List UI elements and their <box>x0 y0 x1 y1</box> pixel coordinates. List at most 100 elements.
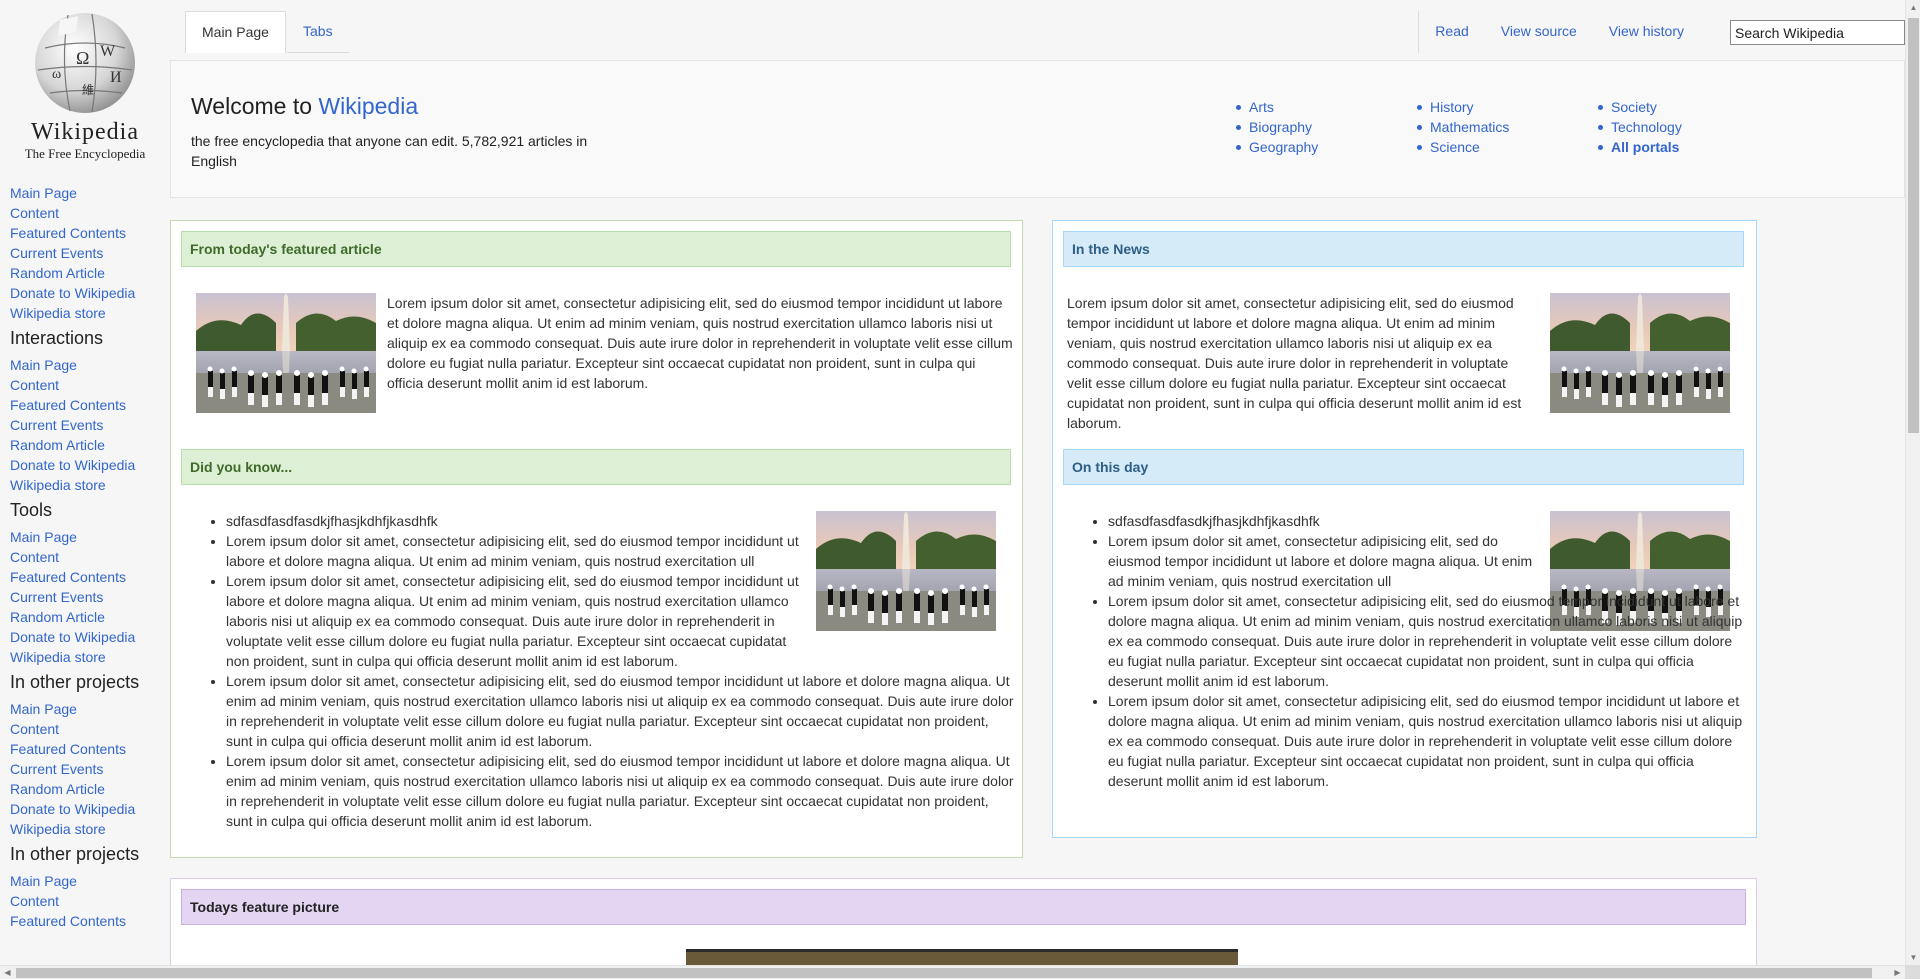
vertical-scrollbar[interactable]: ▲ ▼ <box>1905 0 1920 965</box>
portal-item: All portals <box>1595 137 1682 157</box>
tab-view-history[interactable]: View history <box>1593 11 1700 53</box>
scroll-left-icon[interactable]: ◀ <box>0 966 15 979</box>
sidebar-link-donate[interactable]: Donate to Wikipedia <box>10 283 170 303</box>
sidebar-link-store[interactable]: Wikipedia store <box>10 303 170 323</box>
svg-text:И: И <box>110 69 122 86</box>
list-item: Lorem ipsum dolor sit amet, consectetur … <box>1108 591 1748 691</box>
sidebar-link-main-page[interactable]: Main Page <box>10 183 170 203</box>
portal-link-mathematics[interactable]: Mathematics <box>1430 119 1509 135</box>
portal-list-2: History Mathematics Science <box>1414 97 1509 157</box>
sidebar-heading-other-projects: In other projects <box>10 672 140 692</box>
list-item: Lorem ipsum dolor sit amet, consectetur … <box>1108 691 1748 791</box>
sidebar-link-store[interactable]: Wikipedia store <box>10 647 170 667</box>
list-item: sdfasdfasdfasdkjfhasjkdhfjkasdhfk <box>226 511 806 531</box>
sidebar-link-donate[interactable]: Donate to Wikipedia <box>10 455 170 475</box>
sidebar-link-current-events[interactable]: Current Events <box>10 587 170 607</box>
portal-link-technology[interactable]: Technology <box>1611 119 1682 135</box>
sidebar-link-content[interactable]: Content <box>10 375 170 395</box>
in-the-news-text: Lorem ipsum dolor sit amet, consectetur … <box>1067 295 1522 431</box>
svg-text:ω: ω <box>52 67 61 82</box>
portal-link-science[interactable]: Science <box>1430 139 1480 155</box>
puzzle-globe-icon: Ω W И 維 ω <box>35 13 135 113</box>
portal-item: Technology <box>1595 117 1682 137</box>
list-item: Lorem ipsum dolor sit amet, consectetur … <box>1108 531 1543 591</box>
portal-link-biography[interactable]: Biography <box>1249 119 1312 135</box>
scroll-down-icon[interactable]: ▼ <box>1906 950 1920 965</box>
feature-picture-heading: Todays feature picture <box>181 889 1746 925</box>
list-item: Lorem ipsum dolor sit amet, consectetur … <box>226 671 1016 751</box>
feature-picture-panel: Todays feature picture <box>170 878 1757 965</box>
sidebar-link-store[interactable]: Wikipedia store <box>10 475 170 495</box>
portal-item: Geography <box>1233 137 1318 157</box>
portal-item: History <box>1414 97 1509 117</box>
sidebar-link-store[interactable]: Wikipedia store <box>10 819 170 839</box>
wikipedia-title-link[interactable]: Wikipedia <box>318 93 418 119</box>
sidebar-link-current-events[interactable]: Current Events <box>10 415 170 435</box>
portal-link-society[interactable]: Society <box>1611 99 1657 115</box>
list-item: sdfasdfasdfasdkjfhasjkdhfjkasdhfk <box>1108 511 1543 531</box>
tab-view-source[interactable]: View source <box>1485 11 1593 53</box>
search-input[interactable] <box>1730 20 1905 45</box>
sidebar-link-current-events[interactable]: Current Events <box>10 759 170 779</box>
sidebar-link-main-page[interactable]: Main Page <box>10 871 170 891</box>
view-actions: Read View source View history <box>1418 11 1700 53</box>
portal-link-arts[interactable]: Arts <box>1249 99 1274 115</box>
sidebar-link-featured-contents[interactable]: Featured Contents <box>10 739 170 759</box>
list-item: Lorem ipsum dolor sit amet, consectetur … <box>226 531 806 571</box>
tab-tabs[interactable]: Tabs <box>287 11 349 53</box>
svg-text:維: 維 <box>82 83 94 97</box>
list-item: Lorem ipsum dolor sit amet, consectetur … <box>226 571 806 671</box>
sidebar-link-featured-contents[interactable]: Featured Contents <box>10 395 170 415</box>
scroll-right-icon[interactable]: ▶ <box>1890 966 1905 979</box>
sidebar-link-random-article[interactable]: Random Article <box>10 435 170 455</box>
sidebar-link-featured-contents[interactable]: Featured Contents <box>10 567 170 587</box>
in-the-news-heading: In the News <box>1063 231 1744 267</box>
top-navigation: Main Page Tabs Read View source View his… <box>170 0 1905 60</box>
in-the-news-image[interactable] <box>1550 293 1730 413</box>
scroll-up-icon[interactable]: ▲ <box>1906 0 1920 15</box>
logo-wordmark: Wikipedia <box>31 119 139 145</box>
sidebar-link-main-page[interactable]: Main Page <box>10 355 170 375</box>
horizontal-scrollbar[interactable]: ◀ ▶ <box>0 965 1905 979</box>
sidebar-link-main-page[interactable]: Main Page <box>10 699 170 719</box>
logo-tagline: The Free Encyclopedia <box>24 146 146 161</box>
sidebar-link-current-events[interactable]: Current Events <box>10 243 170 263</box>
featured-article-heading: From today's featured article <box>181 231 1011 267</box>
wikipedia-logo[interactable]: Ω W И 維 ω Wikipedia The Free Encyclopedi… <box>10 8 160 183</box>
sidebar: Ω W И 維 ω Wikipedia The Free Encyclopedi… <box>0 0 170 965</box>
vertical-scroll-thumb[interactable] <box>1908 18 1919 433</box>
portal-link-geography[interactable]: Geography <box>1249 139 1318 155</box>
welcome-banner: Welcome to Wikipedia the free encycloped… <box>170 60 1905 198</box>
portal-link-all-portals[interactable]: All portals <box>1611 139 1679 155</box>
portal-item: Mathematics <box>1414 117 1509 137</box>
sidebar-link-content[interactable]: Content <box>10 719 170 739</box>
did-you-know-heading: Did you know... <box>181 449 1011 485</box>
sidebar-link-main-page[interactable]: Main Page <box>10 527 170 547</box>
featured-article-image[interactable] <box>196 293 376 413</box>
scrollbar-corner <box>1905 965 1920 979</box>
portal-item: Science <box>1414 137 1509 157</box>
sidebar-link-donate[interactable]: Donate to Wikipedia <box>10 627 170 647</box>
sidebar-link-featured-contents[interactable]: Featured Contents <box>10 223 170 243</box>
sidebar-link-random-article[interactable]: Random Article <box>10 263 170 283</box>
portal-link-history[interactable]: History <box>1430 99 1474 115</box>
featured-panel: From today's featured article Lorem ipsu… <box>170 220 1023 858</box>
page-title: Welcome to Wikipedia <box>191 93 418 120</box>
feature-picture-image[interactable] <box>686 949 1238 965</box>
sidebar-heading-interactions: Interactions <box>10 328 104 348</box>
on-this-day-heading: On this day <box>1063 449 1744 485</box>
tab-read[interactable]: Read <box>1419 11 1484 53</box>
horizontal-scroll-thumb[interactable] <box>16 968 1872 978</box>
sidebar-link-featured-contents[interactable]: Featured Contents <box>10 911 170 931</box>
sidebar-navigation: Main Page Content Featured Contents Curr… <box>10 183 170 931</box>
sidebar-link-donate[interactable]: Donate to Wikipedia <box>10 799 170 819</box>
sidebar-link-content[interactable]: Content <box>10 891 170 911</box>
sidebar-link-random-article[interactable]: Random Article <box>10 607 170 627</box>
portal-list-1: Arts Biography Geography <box>1233 97 1318 157</box>
welcome-description: the free encyclopedia that anyone can ed… <box>191 133 588 169</box>
main-content: Welcome to Wikipedia the free encycloped… <box>170 60 1905 965</box>
tab-main-page[interactable]: Main Page <box>185 11 286 53</box>
sidebar-link-random-article[interactable]: Random Article <box>10 779 170 799</box>
sidebar-link-content[interactable]: Content <box>10 203 170 223</box>
sidebar-link-content[interactable]: Content <box>10 547 170 567</box>
